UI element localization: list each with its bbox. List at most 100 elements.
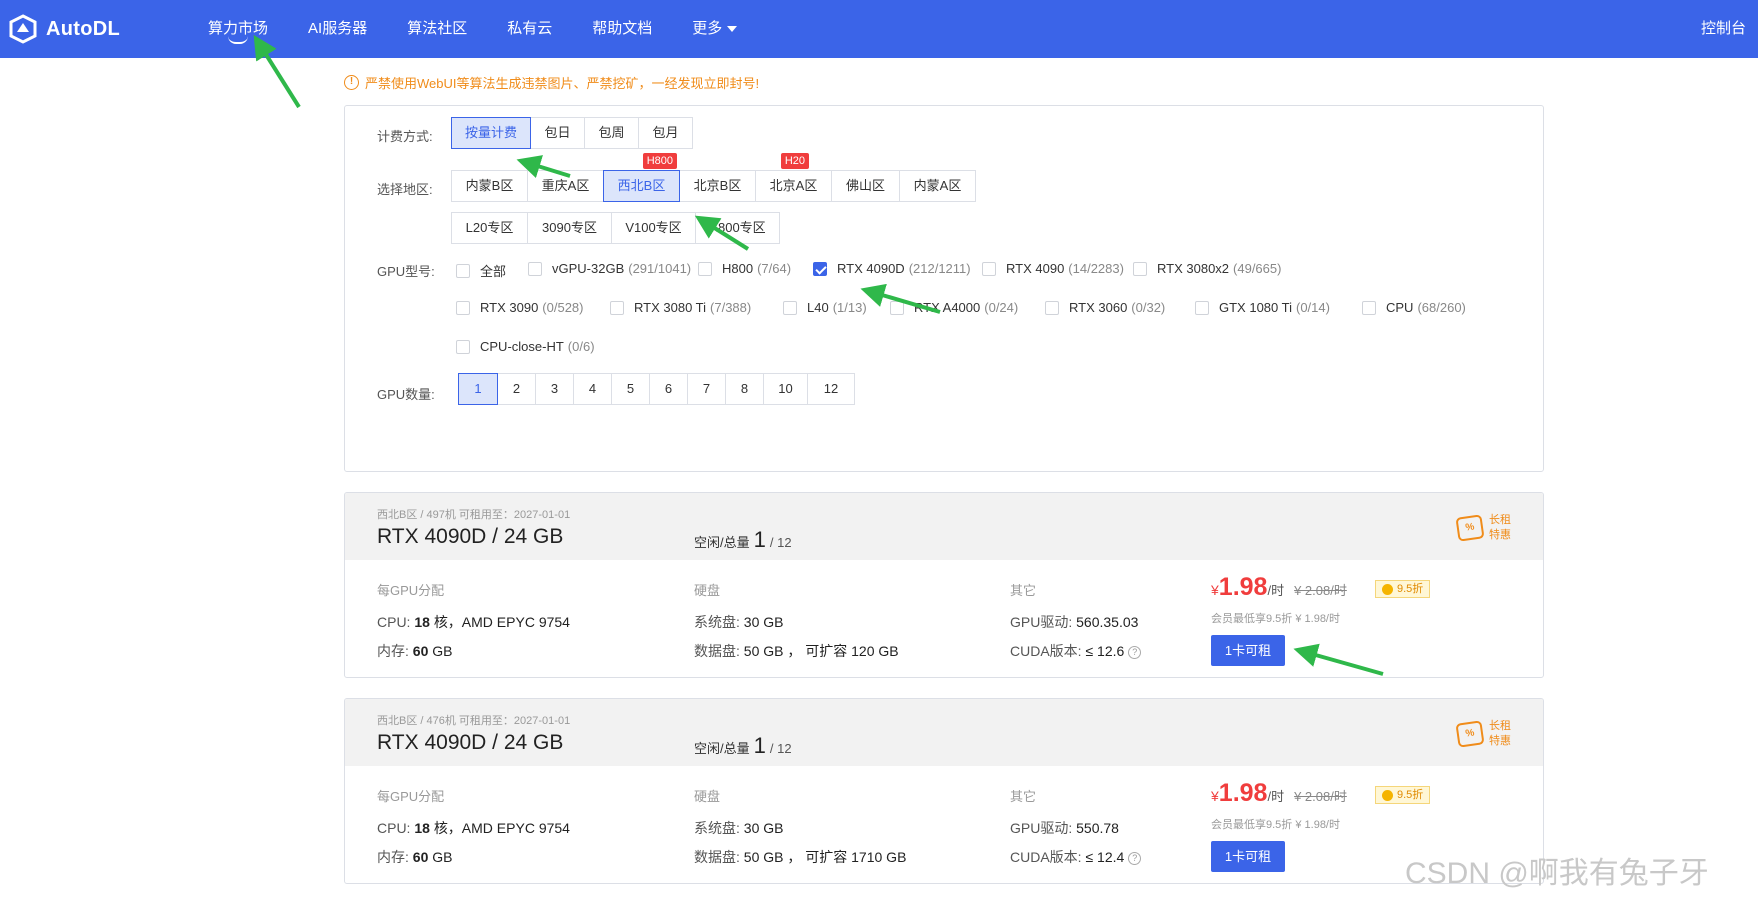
long-rent-promo[interactable]: % 长租特惠	[1455, 513, 1513, 543]
gpu-option-rtx-3080-ti[interactable]: RTX 3080 Ti (7/388)	[610, 300, 751, 315]
cuda-label: CUDA版本:	[1010, 849, 1082, 865]
billing-weekly[interactable]: 包周	[584, 117, 639, 149]
gpu-model-title: RTX 4090D / 24 GB	[377, 731, 564, 754]
billing-monthly[interactable]: 包月	[638, 117, 693, 149]
gpu-option-rtx-3090[interactable]: RTX 3090 (0/528)	[456, 300, 584, 315]
discount-badge: 9.5折	[1375, 786, 1431, 804]
memory-value: 60	[412, 849, 429, 865]
region-foshan[interactable]: 佛山区	[831, 170, 900, 202]
free-count: 1	[753, 733, 766, 758]
checkbox[interactable]	[528, 261, 542, 276]
driver-value: 560.35.03	[1076, 614, 1139, 630]
gpu-count-7[interactable]: 7	[687, 373, 726, 405]
gpu-count-10[interactable]: 10	[763, 373, 808, 405]
region-a800[interactable]: A800专区	[695, 212, 780, 244]
checkbox[interactable]	[456, 300, 470, 315]
gpu-count: (0/32)	[1131, 300, 1166, 315]
region-neimeng-a[interactable]: 内蒙A区	[899, 170, 976, 202]
gpu-count-1[interactable]: 1	[458, 373, 498, 405]
gpu-option-rtx-3080x2[interactable]: RTX 3080x2 (49/665)	[1133, 261, 1281, 276]
member-price-note: 会员最低享9.5折 ¥ 1.98/时	[1211, 613, 1340, 625]
gpu-count-2[interactable]: 2	[497, 373, 536, 405]
gpu-option-rtx-3060[interactable]: RTX 3060 (0/32)	[1045, 300, 1165, 315]
gpu-count-4[interactable]: 4	[573, 373, 612, 405]
autodl-logo-icon	[9, 14, 37, 44]
gpu-driver: GPU驱动: 550.78	[1010, 818, 1119, 838]
nav-compute-market[interactable]: 算力市场	[208, 0, 268, 58]
nav-ai-server[interactable]: AI服务器	[308, 0, 367, 58]
billing-daily[interactable]: 包日	[530, 117, 585, 149]
checkbox[interactable]	[1195, 300, 1209, 315]
gpu-option-h800[interactable]: H800 (7/64)	[698, 261, 791, 276]
billing-pay-as-you-go[interactable]: 按量计费	[451, 117, 531, 149]
gpu-count-3[interactable]: 3	[535, 373, 574, 405]
memory-label: 内存:	[377, 849, 409, 865]
checkbox[interactable]	[456, 263, 470, 278]
nav-help-docs[interactable]: 帮助文档	[592, 0, 652, 58]
gpu-count: (1/13)	[832, 300, 867, 315]
checkbox[interactable]	[783, 300, 797, 315]
region-beijing-b[interactable]: 北京B区	[679, 170, 756, 202]
gpu-name: RTX A4000	[914, 300, 981, 315]
region-l20[interactable]: L20专区	[451, 212, 528, 244]
gpu-option-cpu[interactable]: CPU (68/260)	[1362, 300, 1466, 315]
help-icon[interactable]: ?	[1128, 851, 1142, 865]
checkbox[interactable]	[698, 261, 712, 276]
per-gpu-header: 每GPU分配	[377, 583, 445, 598]
data-disk-value: 50 GB ， 可扩容 120 GB	[743, 643, 899, 659]
region-beijing-a[interactable]: 北京A区 H20	[755, 153, 832, 202]
gpu-option-rtx-4090[interactable]: RTX 4090 (14/2283)	[982, 261, 1124, 276]
gpu-count-6[interactable]: 6	[649, 373, 688, 405]
gpu-option-l40[interactable]: L40 (1/13)	[783, 300, 867, 315]
nav-more-label: 更多	[692, 20, 723, 37]
nav-algorithm-community[interactable]: 算法社区	[407, 0, 467, 58]
price-value: 1.98	[1218, 573, 1268, 601]
nav-more[interactable]: 更多	[692, 0, 738, 58]
long-rent-promo[interactable]: % 长租特惠	[1455, 719, 1513, 749]
checkbox-checked[interactable]	[813, 261, 827, 276]
region-3090[interactable]: 3090专区	[527, 212, 612, 244]
console-link[interactable]: 控制台	[1701, 0, 1746, 58]
rent-button[interactable]: 1卡可租	[1211, 841, 1285, 872]
watermark: CSDN @啊我有兔子牙	[1405, 857, 1709, 890]
gpu-option-all[interactable]: 全部	[456, 261, 506, 280]
rent-button[interactable]: 1卡可租	[1211, 635, 1285, 666]
region-xibei-b[interactable]: 西北B区 H800	[603, 153, 680, 202]
nav-private-cloud[interactable]: 私有云	[507, 0, 552, 58]
gpu-option-vgpu-32gb[interactable]: vGPU-32GB (291/1041)	[528, 261, 691, 276]
disk-header: 硬盘	[694, 789, 721, 804]
checkbox[interactable]	[1362, 300, 1376, 315]
gpu-name: GTX 1080 Ti	[1219, 300, 1292, 315]
gpu-option-rtx-4090d[interactable]: RTX 4090D (212/1211)	[813, 261, 971, 276]
driver-label: GPU驱动:	[1010, 614, 1073, 630]
checkbox[interactable]	[610, 300, 624, 315]
gpu-count-12[interactable]: 12	[807, 373, 855, 405]
gpu-option-cpu-close-ht[interactable]: CPU-close-HT (0/6)	[456, 339, 595, 354]
gpu-option-gtx-1080-ti[interactable]: GTX 1080 Ti (0/14)	[1195, 300, 1330, 315]
gpu-option-rtx-a4000[interactable]: RTX A4000 (0/24)	[890, 300, 1018, 315]
gpu-name: vGPU-32GB	[552, 261, 625, 276]
discount-badge: 9.5折	[1375, 580, 1431, 598]
driver-value: 550.78	[1076, 820, 1119, 836]
warning-notice: ! 严禁使用WebUI等算法生成违禁图片、严禁挖矿，一经发现立即封号!	[344, 72, 759, 92]
help-icon[interactable]: ?	[1128, 645, 1142, 659]
gpu-name: H800	[722, 261, 754, 276]
checkbox[interactable]	[890, 300, 904, 315]
gpu-count: (7/64)	[757, 261, 792, 276]
checkbox[interactable]	[1045, 300, 1059, 315]
gpu-name: RTX 3090	[480, 300, 539, 315]
checkbox[interactable]	[456, 339, 470, 354]
checkbox[interactable]	[982, 261, 996, 276]
gpu-count-5[interactable]: 5	[611, 373, 650, 405]
logo[interactable]: AutoDL	[8, 14, 120, 44]
discount-tag-icon: %	[1455, 514, 1485, 542]
checkbox[interactable]	[1133, 261, 1147, 276]
driver-label: GPU驱动:	[1010, 820, 1073, 836]
gpu-count-8[interactable]: 8	[725, 373, 764, 405]
region-neimeng-b[interactable]: 内蒙B区	[451, 170, 528, 202]
availability-label: 空闲/总量	[694, 535, 750, 550]
filter-panel: 计费方式: 按量计费 包日 包周 包月 选择地区: 内蒙B区 重庆A区 西北B区…	[344, 105, 1544, 472]
region-v100[interactable]: V100专区	[611, 212, 696, 244]
cuda-label: CUDA版本:	[1010, 643, 1082, 659]
region-chongqing-a[interactable]: 重庆A区	[527, 170, 604, 202]
